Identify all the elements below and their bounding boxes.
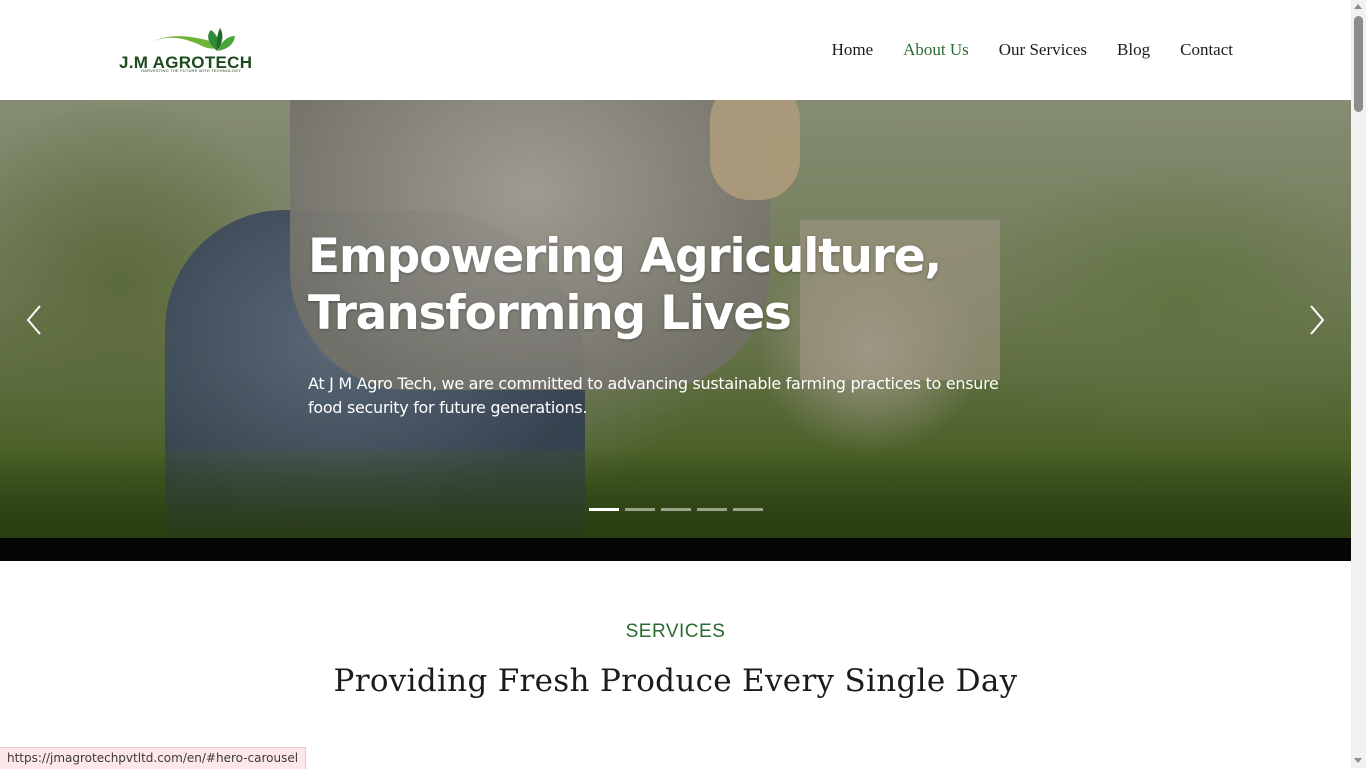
logo-tagline: HARVESTING THE FUTURE WITH TECHNOLOGY bbox=[141, 68, 242, 73]
carousel-indicator[interactable] bbox=[697, 508, 727, 511]
chevron-right-icon bbox=[1310, 305, 1325, 335]
carousel-indicators bbox=[589, 508, 769, 511]
services-title: Providing Fresh Produce Every Single Day bbox=[333, 663, 1018, 699]
nav-blog[interactable]: Blog bbox=[1117, 40, 1150, 60]
leaf-logo-icon bbox=[145, 28, 235, 51]
chevron-left-icon bbox=[26, 305, 41, 335]
carousel-indicator[interactable] bbox=[625, 508, 655, 511]
hero-bottom-band bbox=[0, 538, 1351, 561]
site-header: J.M AGROTECH HARVESTING THE FUTURE WITH … bbox=[0, 0, 1351, 100]
hero-text: At J M Agro Tech, we are committed to ad… bbox=[308, 374, 999, 417]
carousel-next-button[interactable] bbox=[1302, 300, 1332, 340]
nav-home[interactable]: Home bbox=[832, 40, 874, 60]
carousel-indicator[interactable] bbox=[733, 508, 763, 511]
scrollbar-thumb[interactable] bbox=[1354, 16, 1363, 112]
services-label: SERVICES bbox=[625, 621, 726, 642]
nav-contact[interactable]: Contact bbox=[1180, 40, 1233, 60]
logo[interactable]: J.M AGROTECH HARVESTING THE FUTURE WITH … bbox=[117, 26, 252, 76]
carousel-indicator[interactable] bbox=[589, 508, 619, 511]
carousel-indicator[interactable] bbox=[661, 508, 691, 511]
scroll-up-icon[interactable] bbox=[1354, 4, 1362, 9]
nav-about-us[interactable]: About Us bbox=[903, 40, 969, 60]
hero-carousel: Empowering Agriculture, Transforming Liv… bbox=[0, 100, 1351, 538]
carousel-prev-button[interactable] bbox=[20, 300, 50, 340]
status-bar-url: https://jmagrotechpvtltd.com/en/#hero-ca… bbox=[0, 747, 307, 769]
hero-title: Empowering Agriculture, Transforming Liv… bbox=[308, 229, 942, 341]
nav-our-services[interactable]: Our Services bbox=[999, 40, 1087, 60]
scroll-down-icon[interactable] bbox=[1354, 758, 1362, 763]
page-scrollbar[interactable] bbox=[1351, 0, 1366, 768]
main-nav: Home About Us Our Services Blog Contact bbox=[802, 40, 1233, 60]
